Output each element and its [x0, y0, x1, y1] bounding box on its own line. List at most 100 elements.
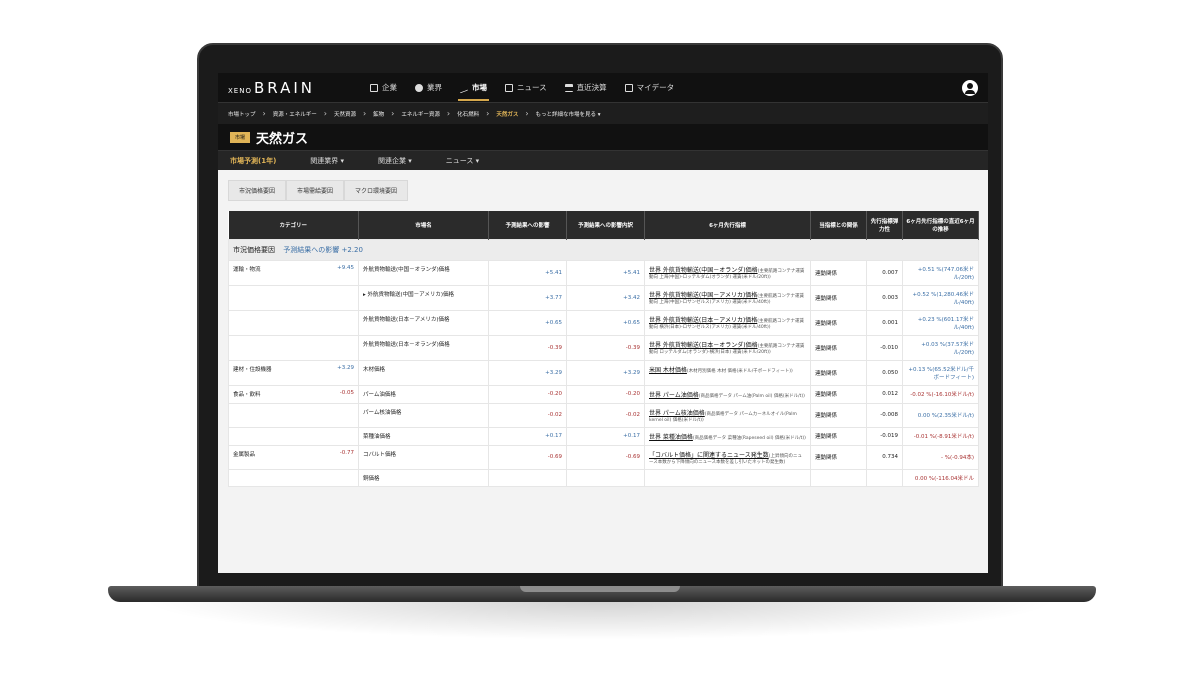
tab-3[interactable]: ニュース ▾: [446, 156, 479, 166]
trend-cell: +0.23 %(601.17米ドル/40ft): [902, 309, 979, 336]
trend-cell: +0.52 %(1,280.46米ドル/40ft): [902, 284, 979, 311]
trend-cell: +0.13 %(65.52米ドル/千ボードフィート): [902, 359, 979, 386]
relation-cell: [810, 468, 867, 487]
relation-cell: 連動関係: [810, 359, 867, 386]
impact-breakdown: +0.17: [566, 426, 645, 446]
chevron-right-icon: ›: [486, 109, 490, 118]
breadcrumb-item[interactable]: エネルギー資源: [401, 110, 440, 118]
indicator-cell: 世界 外航貨物輸送(日本－アメリカ)価格(主要航路コンテナ運賃動向 横浜(日本)…: [644, 309, 811, 336]
table-row: 金属製品 -0.77 コバルト価格 -0.69 -0.69 「コバルト価格」に関連するニュ…: [228, 444, 979, 470]
category-value: -0.05: [339, 389, 354, 396]
indicator-link[interactable]: 世界 パーム核油価格: [649, 410, 705, 417]
subtab-1[interactable]: 市場需給要因: [286, 180, 345, 201]
impact-value: -0.20: [488, 384, 567, 404]
impact-value: -0.39: [488, 334, 567, 361]
subtab-0[interactable]: 市況価格要因: [228, 180, 287, 201]
impact-breakdown: -0.20: [566, 384, 645, 404]
market-name[interactable]: 外航貨物輸送(日本－アメリカ)価格: [358, 309, 489, 336]
nav-item-0[interactable]: 企業: [368, 74, 399, 101]
nav-item-2[interactable]: 市場: [458, 74, 489, 101]
category-cell: [228, 468, 359, 487]
indicator-link[interactable]: 世界 外航貨物輸送(日本－オランダ)価格: [649, 342, 758, 349]
elasticity-cell: 0.003: [866, 284, 903, 311]
group-impact-label: 予測結果への影響: [283, 245, 340, 254]
chevron-right-icon: ›: [262, 109, 266, 118]
market-name[interactable]: パーム核油価格: [358, 402, 489, 428]
breadcrumb-item[interactable]: 天然資源: [334, 110, 356, 118]
top-navbar: XENO BRAIN 企業 業界 市場 ニュース 直近決算 マイデータ: [218, 73, 988, 102]
indicator-cell: 世界 パーム油価格(商品価格データ パーム油(Palm oil) 価格(米ドル/…: [644, 384, 811, 404]
nav-item-label: 直近決算: [576, 83, 607, 92]
relation-cell: 連動関係: [810, 284, 867, 311]
tab-1[interactable]: 関連業界 ▾: [310, 156, 344, 166]
subtab-2[interactable]: マクロ環境要因: [344, 180, 409, 201]
indicator-cell: 世界 菜種油価格(商品価格データ 菜種油(Rapeseed oil) 価格(米ド…: [644, 426, 811, 446]
market-name[interactable]: 菜種油価格: [358, 426, 489, 446]
indicator-cell: [644, 468, 811, 487]
indicator-link[interactable]: 世界 菜種油価格: [649, 434, 693, 441]
indicator-link[interactable]: 世界 外航貨物輸送(日本－アメリカ)価格: [649, 317, 757, 324]
category-cell: [228, 284, 359, 311]
indicator-link[interactable]: 世界 パーム油価格: [649, 392, 699, 399]
indicator-link[interactable]: 世界 外航貨物輸送(中国－アメリカ)価格: [649, 292, 757, 299]
impact-value: +0.65: [488, 309, 567, 336]
market-name[interactable]: 外航貨物輸送(日本－オランダ)価格: [358, 334, 489, 361]
market-name[interactable]: 外航貨物輸送(中国－オランダ)価格: [358, 259, 489, 286]
market-name[interactable]: 銅価格: [358, 468, 489, 487]
indicator-link[interactable]: 米国 木材価格: [649, 367, 687, 374]
category-badge: 市場: [230, 131, 251, 143]
user-account-icon[interactable]: [962, 79, 978, 96]
breadcrumb-item[interactable]: 資源・エネルギー: [273, 110, 317, 118]
category-name: 建材・住設機器: [233, 366, 272, 373]
newspaper-icon: [505, 83, 513, 92]
relation-cell: 連動関係: [810, 402, 867, 428]
building-icon: [370, 83, 378, 92]
indicator-link[interactable]: 「コバルト価格」に関連するニュース発生数: [649, 452, 769, 459]
elasticity-cell: -0.010: [866, 334, 903, 361]
pie-chart-icon: [415, 83, 423, 92]
nav-item-4[interactable]: 直近決算: [563, 74, 609, 101]
market-name[interactable]: パーム油価格: [358, 384, 489, 404]
impact-value: -0.69: [488, 444, 567, 470]
category-cell: [228, 309, 359, 336]
tab-2[interactable]: 関連企業 ▾: [378, 156, 412, 166]
elasticity-cell: 0.734: [866, 444, 903, 470]
breadcrumb-item[interactable]: 化石燃料: [457, 110, 479, 118]
table-row: 銅価格 0.00 %(-116.04米ドル: [228, 468, 979, 487]
impact-breakdown: -0.69: [566, 444, 645, 470]
breadcrumb-item[interactable]: もっと詳細な市場を見る ▾: [536, 110, 601, 118]
nav-item-label: マイデータ: [636, 83, 675, 92]
table-row: 運輸・物流 +9.45 外航貨物輸送(中国－オランダ)価格 +5.41 +5.41 世界 …: [228, 259, 979, 286]
breadcrumb-item[interactable]: 市場トップ: [228, 110, 256, 118]
impact-breakdown: +0.65: [566, 309, 645, 336]
market-name[interactable]: 木材価格: [358, 359, 489, 386]
table-row: 外航貨物輸送(日本－アメリカ)価格 +0.65 +0.65 世界 外航貨物輸送(日本－…: [228, 309, 979, 336]
tab-0[interactable]: 市場予測(1年): [230, 156, 276, 166]
indicator-cell: 世界 パーム核油価格(商品価格データ パームカーネルオイル(Palm kerne…: [644, 402, 811, 428]
market-name[interactable]: ▸ 外航貨物輸送(中国－アメリカ)価格: [358, 284, 489, 311]
impact-breakdown: +3.42: [566, 284, 645, 311]
column-header: 市場名: [358, 211, 489, 239]
indicator-cell: 世界 外航貨物輸送(中国－アメリカ)価格(主要航路コンテナ運賃動向 上海(中国)…: [644, 284, 811, 311]
column-header: 6ヶ月先行指標の直近6ヶ月の推移: [902, 211, 979, 239]
category-name: 運輸・物流: [233, 266, 261, 273]
factor-subtabs: 市況価格要因 市場需給要因 マクロ環境要因: [228, 180, 978, 201]
category-name: 金属製品: [233, 451, 256, 458]
relation-cell: 連動関係: [810, 384, 867, 404]
app-logo[interactable]: XENO BRAIN: [228, 79, 368, 97]
folder-icon: [624, 83, 633, 92]
breadcrumb: 市場トップ › 資源・エネルギー › 天然資源 › 鉱物 › エネルギー資源 › 化石燃料 › 天然ガス…: [218, 102, 988, 124]
section-tabs: 市場予測(1年) 関連業界 ▾ 関連企業 ▾ ニュース ▾: [218, 150, 988, 170]
nav-item-5[interactable]: マイデータ: [623, 74, 677, 101]
nav-item-label: ニュース: [517, 83, 547, 92]
category-cell: [228, 402, 359, 428]
breadcrumb-item[interactable]: 鉱物: [373, 110, 384, 118]
table-row: 菜種油価格 +0.17 +0.17 世界 菜種油価格(商品価格データ 菜種油(Rape…: [228, 426, 979, 446]
breadcrumb-item[interactable]: 天然ガス: [496, 110, 518, 118]
indicator-desc: (商品価格データ 菜種油(Rapeseed oil) 価格(米ドル/t)): [692, 435, 806, 441]
market-name[interactable]: コバルト価格: [358, 444, 489, 470]
nav-item-1[interactable]: 業界: [413, 74, 444, 101]
nav-item-3[interactable]: ニュース: [503, 74, 549, 101]
indicator-link[interactable]: 世界 外航貨物輸送(中国－オランダ)価格: [649, 267, 758, 274]
nav-item-label: 業界: [427, 83, 442, 92]
